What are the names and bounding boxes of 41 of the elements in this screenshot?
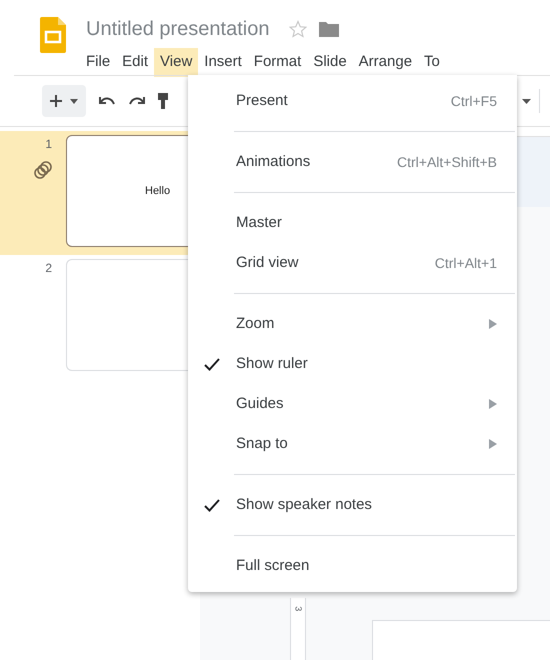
menu-bar-item[interactable]: Format [248, 48, 308, 76]
paint-format-icon[interactable] [158, 93, 168, 109]
star-icon[interactable] [289, 20, 308, 38]
menu-item-shortcut: Ctrl+Alt+1 [434, 254, 497, 272]
menu-item-label: Animations [236, 152, 312, 172]
slides-logo-icon [40, 17, 66, 53]
menu-item-label: Zoom [236, 314, 276, 334]
slide-number: 1 [45, 136, 52, 153]
menu-item-label: Present [236, 90, 289, 111]
document-title[interactable]: Untitled presentation [86, 14, 270, 44]
menu-bar-item[interactable]: File [80, 48, 116, 76]
menu-bar-item[interactable]: To [418, 48, 446, 76]
menu-item[interactable]: Snap to [188, 424, 517, 464]
menu-item[interactable]: Guides [188, 384, 517, 424]
menu-bar-item[interactable]: Edit [116, 48, 154, 76]
menu-bar-item[interactable]: Slide [307, 48, 353, 76]
menu-bar-item[interactable]: View [154, 48, 198, 76]
menu-item[interactable]: Full screen [188, 546, 517, 586]
menu-item-label: Grid view [236, 252, 300, 273]
redo-icon[interactable] [128, 95, 146, 107]
menu-item-shortcut: Ctrl+Alt+Shift+B [397, 152, 497, 172]
menu-bar-item[interactable]: Arrange [352, 48, 418, 76]
folder-icon[interactable] [319, 21, 340, 37]
slide-number: 2 [45, 260, 52, 277]
undo-icon[interactable] [98, 95, 116, 107]
new-slide-button[interactable] [42, 85, 86, 117]
menu-item-label: Show ruler [236, 354, 309, 374]
caret-icon [70, 98, 78, 104]
ruler-mark: 3 [292, 606, 305, 612]
menu-item-label: Full screen [236, 556, 310, 576]
menu-item[interactable]: Show speaker notes [188, 485, 517, 525]
menu-item-label: Snap to [236, 434, 289, 454]
slide-text: Hello [145, 184, 170, 199]
plus-icon [50, 95, 62, 107]
menu-item-label: Show speaker notes [236, 494, 373, 515]
menu-item-shortcut: Ctrl+F5 [450, 92, 497, 110]
menu-bar-item[interactable]: Insert [198, 48, 248, 76]
caret-icon[interactable] [522, 98, 531, 104]
menu-item[interactable]: Present Ctrl+F5 [188, 81, 517, 121]
menu-item-label: Guides [236, 394, 285, 414]
menu-item-label: Master [236, 212, 283, 233]
